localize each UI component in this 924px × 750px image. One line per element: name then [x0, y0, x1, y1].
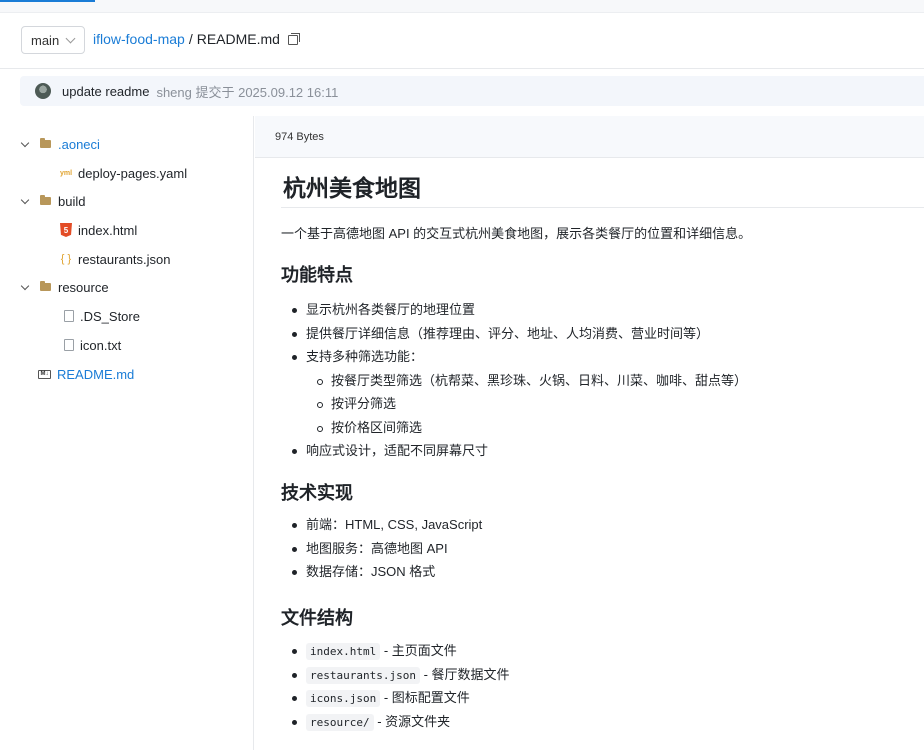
breadcrumb: iflow-food-map / README.md — [93, 31, 300, 47]
markdown-file-icon: M↓ — [38, 369, 51, 379]
list-item: restaurants.json - 餐厅数据文件 — [281, 663, 510, 687]
folder-icon — [40, 281, 51, 291]
folder-icon — [40, 195, 51, 205]
chevron-down-icon — [65, 33, 76, 44]
chevron-down-icon[interactable] — [20, 195, 30, 205]
html5-file-icon: 5 — [60, 223, 72, 237]
file-tree: .aoneci yml deploy-pages.yaml build 5 in… — [0, 116, 254, 750]
inline-code: icons.json — [306, 690, 381, 707]
inline-code: restaurants.json — [306, 666, 420, 684]
copy-icon[interactable] — [287, 33, 300, 45]
file-icon — [64, 339, 74, 351]
file-info-bar: 974 Bytes — [255, 116, 924, 158]
inline-code: index.html — [306, 643, 381, 660]
tree-item-label: .DS_Store — [80, 308, 140, 324]
active-tab-indicator — [0, 0, 95, 2]
list-item: 响应式设计，适配不同屏幕尺寸 — [281, 439, 747, 463]
tree-folder-build[interactable]: build — [0, 189, 85, 213]
chevron-down-icon[interactable] — [20, 138, 30, 148]
file-viewer: 974 Bytes 杭州美食地图 一个基于高德地图 API 的交互式杭州美食地图… — [255, 116, 924, 750]
tree-item-label: restaurants.json — [78, 251, 171, 267]
sub-list-item: 按评分筛选 — [281, 392, 747, 416]
tree-folder-resource[interactable]: resource — [0, 275, 109, 299]
yaml-file-icon: yml — [59, 169, 73, 177]
chevron-down-icon[interactable] — [20, 281, 30, 291]
breadcrumb-separator: / — [188, 31, 193, 47]
item-description: - 图标配置文件 — [380, 690, 470, 705]
tree-file-icon-txt[interactable]: icon.txt — [64, 333, 121, 357]
branch-label: main — [31, 32, 60, 48]
branch-selector[interactable]: main — [21, 26, 85, 54]
file-header: main iflow-food-map / README.md — [0, 12, 924, 69]
commit-bar: update readme sheng 提交于 2025.09.12 16:11 — [20, 76, 924, 106]
tree-file-ds-store[interactable]: .DS_Store — [64, 304, 140, 328]
list-item: icons.json - 图标配置文件 — [281, 686, 510, 710]
tree-item-label: deploy-pages.yaml — [78, 165, 188, 181]
file-size: 974 Bytes — [275, 130, 324, 143]
commit-message[interactable]: update readme — [62, 84, 149, 99]
tech-list: 前端：HTML, CSS, JavaScript 地图服务：高德地图 API 数… — [281, 513, 482, 584]
readme-intro: 一个基于高德地图 API 的交互式杭州美食地图，展示各类餐厅的位置和详细信息。 — [281, 226, 752, 241]
list-item: 前端：HTML, CSS, JavaScript — [281, 513, 482, 537]
tree-item-label: index.html — [78, 222, 138, 238]
tree-item-label: .aoneci — [58, 136, 100, 152]
list-item: 支持多种筛选功能： — [281, 345, 747, 369]
breadcrumb-file: README.md — [196, 31, 280, 47]
breadcrumb-repo-link[interactable]: iflow-food-map — [93, 31, 185, 47]
inline-code: resource/ — [306, 713, 374, 731]
tree-file-readme[interactable]: M↓ README.md — [38, 362, 134, 386]
tree-item-label: build — [58, 193, 86, 209]
readme-title: 杭州美食地图 — [283, 175, 421, 201]
item-description: - 资源文件夹 — [373, 713, 451, 729]
tech-heading: 技术实现 — [281, 483, 353, 503]
list-item: index.html - 主页面文件 — [281, 639, 510, 663]
list-item: 提供餐厅详细信息（推荐理由、评分、地址、人均消费、营业时间等） — [281, 322, 747, 346]
list-item: resource/ - 资源文件夹 — [281, 710, 510, 734]
item-description: - 餐厅数据文件 — [419, 666, 510, 682]
list-item: 显示杭州各类餐厅的地理位置 — [281, 298, 747, 322]
sub-list-item: 按餐厅类型筛选（杭帮菜、黑珍珠、火锅、日料、川菜、咖啡、甜点等） — [281, 369, 747, 393]
sub-list-item: 按价格区间筛选 — [281, 416, 747, 440]
tree-item-label: resource — [58, 279, 109, 295]
list-item: 数据存储：JSON 格式 — [281, 560, 482, 584]
features-heading: 功能特点 — [281, 265, 353, 285]
item-description: - 主页面文件 — [380, 643, 457, 658]
avatar[interactable] — [35, 83, 51, 99]
tree-file-deploy-pages[interactable]: yml deploy-pages.yaml — [60, 161, 187, 185]
file-icon — [64, 310, 74, 322]
list-item: 地图服务：高德地图 API — [281, 537, 482, 561]
tree-file-restaurants-json[interactable]: { } restaurants.json — [60, 247, 171, 271]
json-file-icon: { } — [60, 253, 72, 265]
structure-heading: 文件结构 — [281, 608, 353, 628]
structure-list: index.html - 主页面文件 restaurants.json - 餐厅… — [281, 639, 510, 733]
features-list: 显示杭州各类餐厅的地理位置 提供餐厅详细信息（推荐理由、评分、地址、人均消费、营… — [281, 298, 747, 463]
tree-item-label: README.md — [57, 366, 135, 382]
tree-file-index-html[interactable]: 5 index.html — [60, 218, 137, 242]
tree-folder-aoneci[interactable]: .aoneci — [0, 132, 100, 156]
tree-item-label: icon.txt — [80, 337, 122, 353]
commit-meta: sheng 提交于 2025.09.12 16:11 — [156, 84, 339, 100]
folder-icon — [40, 138, 51, 148]
heading-divider — [281, 207, 924, 208]
